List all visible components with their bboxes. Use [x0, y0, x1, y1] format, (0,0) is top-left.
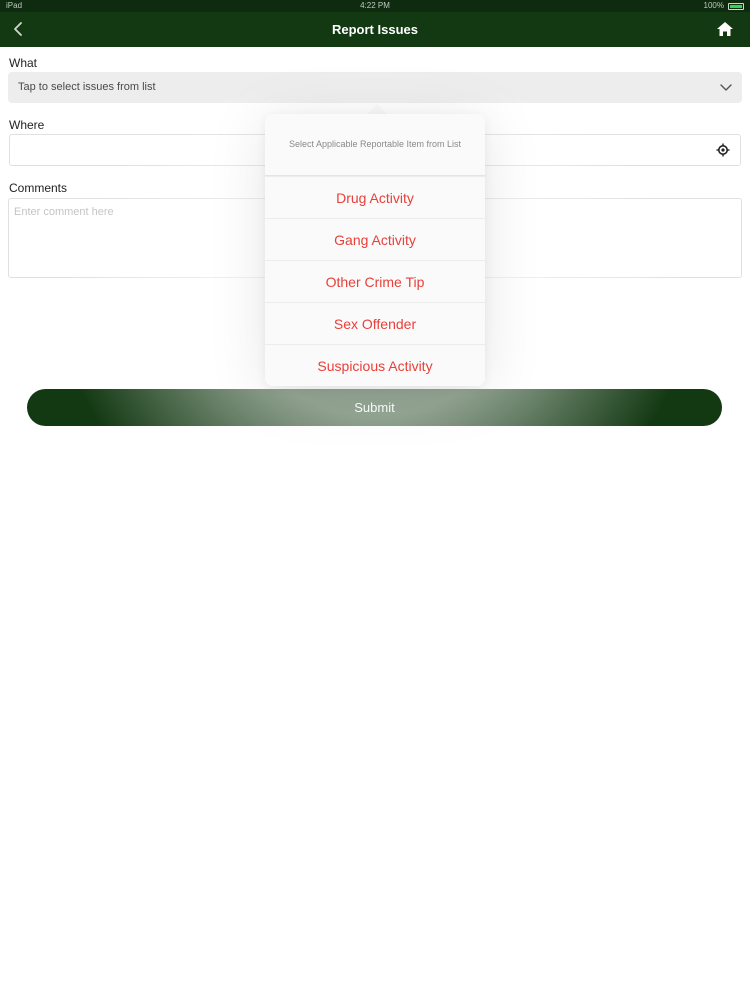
- status-time: 4:22 PM: [360, 1, 390, 10]
- issue-picker-popover: Select Applicable Reportable Item from L…: [265, 114, 485, 386]
- option-sex-offender[interactable]: Sex Offender: [265, 302, 485, 344]
- home-icon[interactable]: [716, 20, 734, 38]
- location-crosshair-icon[interactable]: [716, 143, 730, 157]
- option-suspicious-activity[interactable]: Suspicious Activity: [265, 344, 485, 386]
- popover-header: Select Applicable Reportable Item from L…: [265, 114, 485, 176]
- what-label: What: [9, 56, 38, 70]
- option-drug-activity[interactable]: Drug Activity: [265, 176, 485, 218]
- comments-label: Comments: [9, 181, 68, 195]
- battery-status: 100%: [704, 0, 744, 12]
- where-label: Where: [9, 118, 45, 132]
- page-title: Report Issues: [332, 22, 418, 37]
- submit-button[interactable]: Submit: [27, 389, 722, 426]
- chevron-down-icon: [720, 84, 732, 91]
- option-other-crime-tip[interactable]: Other Crime Tip: [265, 260, 485, 302]
- issue-select-placeholder: Tap to select issues from list: [18, 81, 156, 93]
- option-gang-activity[interactable]: Gang Activity: [265, 218, 485, 260]
- battery-percent: 100%: [703, 1, 724, 10]
- navigation-bar: Report Issues: [0, 12, 750, 47]
- battery-icon: [728, 2, 744, 10]
- issue-select[interactable]: Tap to select issues from list: [8, 72, 742, 103]
- status-bar: iPad 4:22 PM 100%: [0, 0, 750, 12]
